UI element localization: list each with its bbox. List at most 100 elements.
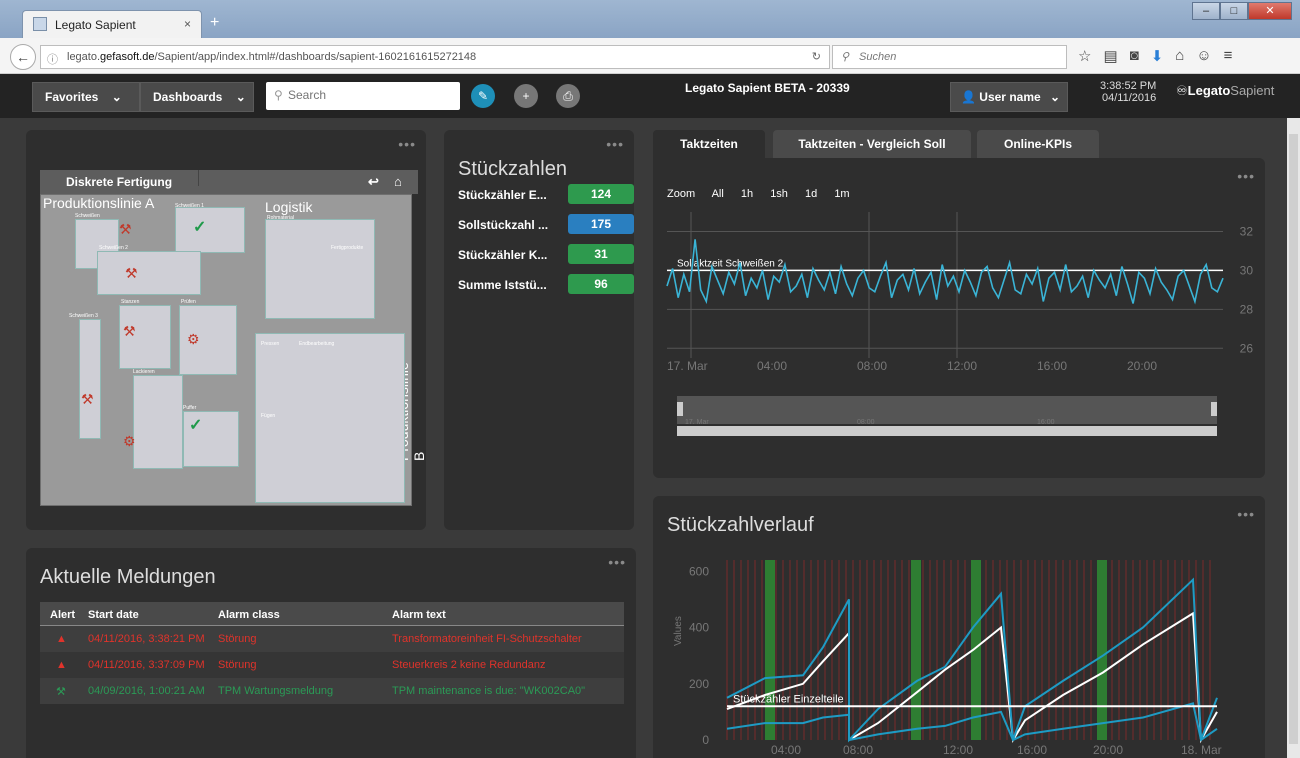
print-button[interactable]: ⎙	[556, 84, 580, 108]
room-label-fertigprodukte: Fertigprodukte	[331, 245, 364, 251]
room-lackieren[interactable]	[133, 375, 183, 469]
room-label-pruefen: Prüfen	[181, 299, 196, 305]
table-row[interactable]: ▲ 04/11/2016, 3:37:09 PM Störung Steuerkrei…	[40, 652, 624, 678]
tab-taktzeiten[interactable]: Taktzeiten	[653, 130, 765, 158]
kpi-row[interactable]: Stückzähler K... 31	[458, 244, 634, 266]
series-line	[666, 239, 1224, 305]
pencil-icon: ✎	[477, 89, 489, 103]
close-window-button[interactable]: ✕	[1248, 2, 1292, 20]
minimize-button[interactable]: –	[1192, 2, 1220, 20]
app-search-field[interactable]: ⚲	[266, 82, 460, 110]
col-alarm-text[interactable]: Alarm text	[392, 609, 446, 621]
home-icon[interactable]: ⌂	[1175, 47, 1184, 65]
back-arrow-icon[interactable]: ↩	[368, 174, 379, 190]
room-logistik[interactable]	[265, 219, 375, 319]
favicon-icon	[33, 17, 47, 31]
tab-taktzeiten-vergleich[interactable]: Taktzeiten - Vergleich Soll	[773, 130, 971, 158]
x-tick-label: 18. Mar	[1181, 743, 1222, 757]
download-icon[interactable]: ⬇	[1151, 47, 1164, 65]
close-tab-icon[interactable]: ×	[184, 17, 191, 31]
messages-panel: ••• Aktuelle Meldungen Alert Start date …	[26, 548, 636, 758]
x-tick-label: 16:00	[1017, 743, 1047, 757]
pocket-icon[interactable]: ◙	[1130, 47, 1139, 65]
edit-button[interactable]: ✎	[471, 84, 495, 108]
kpi-row[interactable]: Stückzähler E... 124	[458, 184, 634, 206]
panel-menu-icon[interactable]: •••	[606, 136, 624, 152]
wrench-icon: ⚒	[56, 686, 66, 698]
y-axis-label: Values	[673, 616, 684, 646]
logo-icon: ♾	[1176, 83, 1188, 98]
navigator-tick-label: 16:00	[1037, 419, 1055, 426]
panel-menu-icon[interactable]: •••	[398, 136, 416, 152]
y-tick-label: 400	[689, 621, 709, 635]
y-tick-label: 26	[1240, 341, 1254, 355]
scrollbar-thumb[interactable]	[1289, 134, 1298, 744]
user-menu-button[interactable]: 👤 User name ⌄	[950, 82, 1068, 112]
y-tick-label: 0	[702, 733, 709, 747]
col-start-date[interactable]: Start date	[88, 609, 139, 621]
panel-menu-icon[interactable]: •••	[608, 554, 626, 570]
drill-icon[interactable]: ⚙	[187, 331, 200, 348]
drill-icon[interactable]: ⚙	[123, 433, 136, 450]
robot-arm-icon[interactable]: ⚒	[119, 221, 132, 238]
favorites-button[interactable]: Favorites ⌄	[32, 82, 140, 112]
home-icon[interactable]: ⌂	[394, 174, 402, 189]
messages-table: Alert Start date Alarm class Alarm text …	[40, 602, 624, 704]
add-button[interactable]: +	[514, 84, 538, 108]
bookmark-star-icon[interactable]: ☆	[1078, 47, 1091, 65]
col-alarm-class[interactable]: Alarm class	[218, 609, 280, 621]
navigator-tick-label: 08:00	[857, 419, 875, 426]
room-schweissen3[interactable]	[79, 319, 101, 439]
robot-arm-icon[interactable]: ⚒	[123, 323, 136, 340]
browser-search-placeholder: Suchen	[859, 51, 897, 63]
x-tick-label: 12:00	[947, 359, 977, 373]
discrete-title: Diskrete Fertigung	[66, 175, 173, 189]
room-schweissen1[interactable]	[175, 207, 245, 253]
table-header: Alert Start date Alarm class Alarm text	[40, 602, 624, 626]
room-line-b[interactable]	[255, 333, 405, 503]
room-label-fuegen: Fügen	[261, 413, 276, 419]
divider	[198, 170, 199, 186]
warning-icon: ▲	[56, 633, 67, 645]
x-tick-label: 20:00	[1093, 743, 1123, 757]
table-row[interactable]: ▲ 04/11/2016, 3:38:21 PM Störung Transforma…	[40, 626, 624, 652]
col-alert[interactable]: Alert	[50, 609, 75, 621]
menu-icon[interactable]: ≡	[1224, 47, 1233, 65]
browser-search-field[interactable]: ⚲ Suchen	[832, 45, 1067, 69]
chat-icon[interactable]: ☺	[1196, 47, 1211, 65]
app-title: Legato Sapient BETA - 20339	[685, 81, 850, 95]
info-icon[interactable]: ⓘ	[47, 51, 58, 67]
url-bar[interactable]: ⓘ legato.gefasoft.de/Sapient/app/index.h…	[40, 45, 830, 69]
taktzeiten-panel: ••• Zoom All 1h 1sh 1d 1m 26 28 30 32 Sollak…	[653, 158, 1265, 478]
maximize-button[interactable]: □	[1220, 2, 1248, 20]
y-tick-label: 30	[1240, 263, 1254, 277]
x-tick-label: 20:00	[1127, 359, 1157, 373]
taktzeiten-chart: 26283032Sollaktzeit Schweißen 217. Mar 04…	[666, 212, 1254, 436]
dashboards-button[interactable]: Dashboards ⌄	[140, 82, 254, 112]
room-schweissen2[interactable]	[97, 251, 201, 295]
discrete-production-panel: ••• Diskrete Fertigung ↩ ⌂ Produktionsli…	[26, 130, 427, 530]
search-icon: ⚲	[841, 51, 850, 63]
browser-tab[interactable]: Legato Sapient ×	[22, 10, 202, 38]
shift-band	[911, 560, 921, 740]
reload-icon[interactable]: ↻	[812, 50, 821, 63]
y-tick-label: 600	[689, 564, 709, 578]
reading-list-icon[interactable]: ▤	[1103, 47, 1117, 65]
room-label-lackieren: Lackieren	[133, 369, 155, 375]
robot-arm-icon[interactable]: ⚒	[81, 391, 94, 408]
alarm-date: 04/11/2016, 3:37:09 PM	[88, 659, 205, 671]
robot-arm-icon[interactable]: ⚒	[125, 265, 138, 282]
dashboards-label: Dashboards	[153, 90, 223, 104]
page-scrollbar[interactable]	[1287, 118, 1300, 758]
back-button[interactable]: ←	[10, 44, 36, 70]
navigator-handle-right	[1211, 402, 1217, 416]
new-tab-button[interactable]: +	[210, 14, 219, 32]
check-icon: ✓	[189, 417, 203, 434]
kpi-row[interactable]: Summe Iststü... 96	[458, 274, 634, 296]
table-row[interactable]: ⚒ 04/09/2016, 1:00:21 AM TPM Wartungsmeldu…	[40, 678, 624, 704]
search-input[interactable]	[288, 88, 448, 102]
x-tick-label: 08:00	[857, 359, 887, 373]
clock-time: 3:38:52 PM	[1100, 80, 1157, 92]
tab-online-kpis[interactable]: Online-KPIs	[977, 130, 1099, 158]
kpi-row[interactable]: Sollstückzahl ... 175	[458, 214, 634, 236]
